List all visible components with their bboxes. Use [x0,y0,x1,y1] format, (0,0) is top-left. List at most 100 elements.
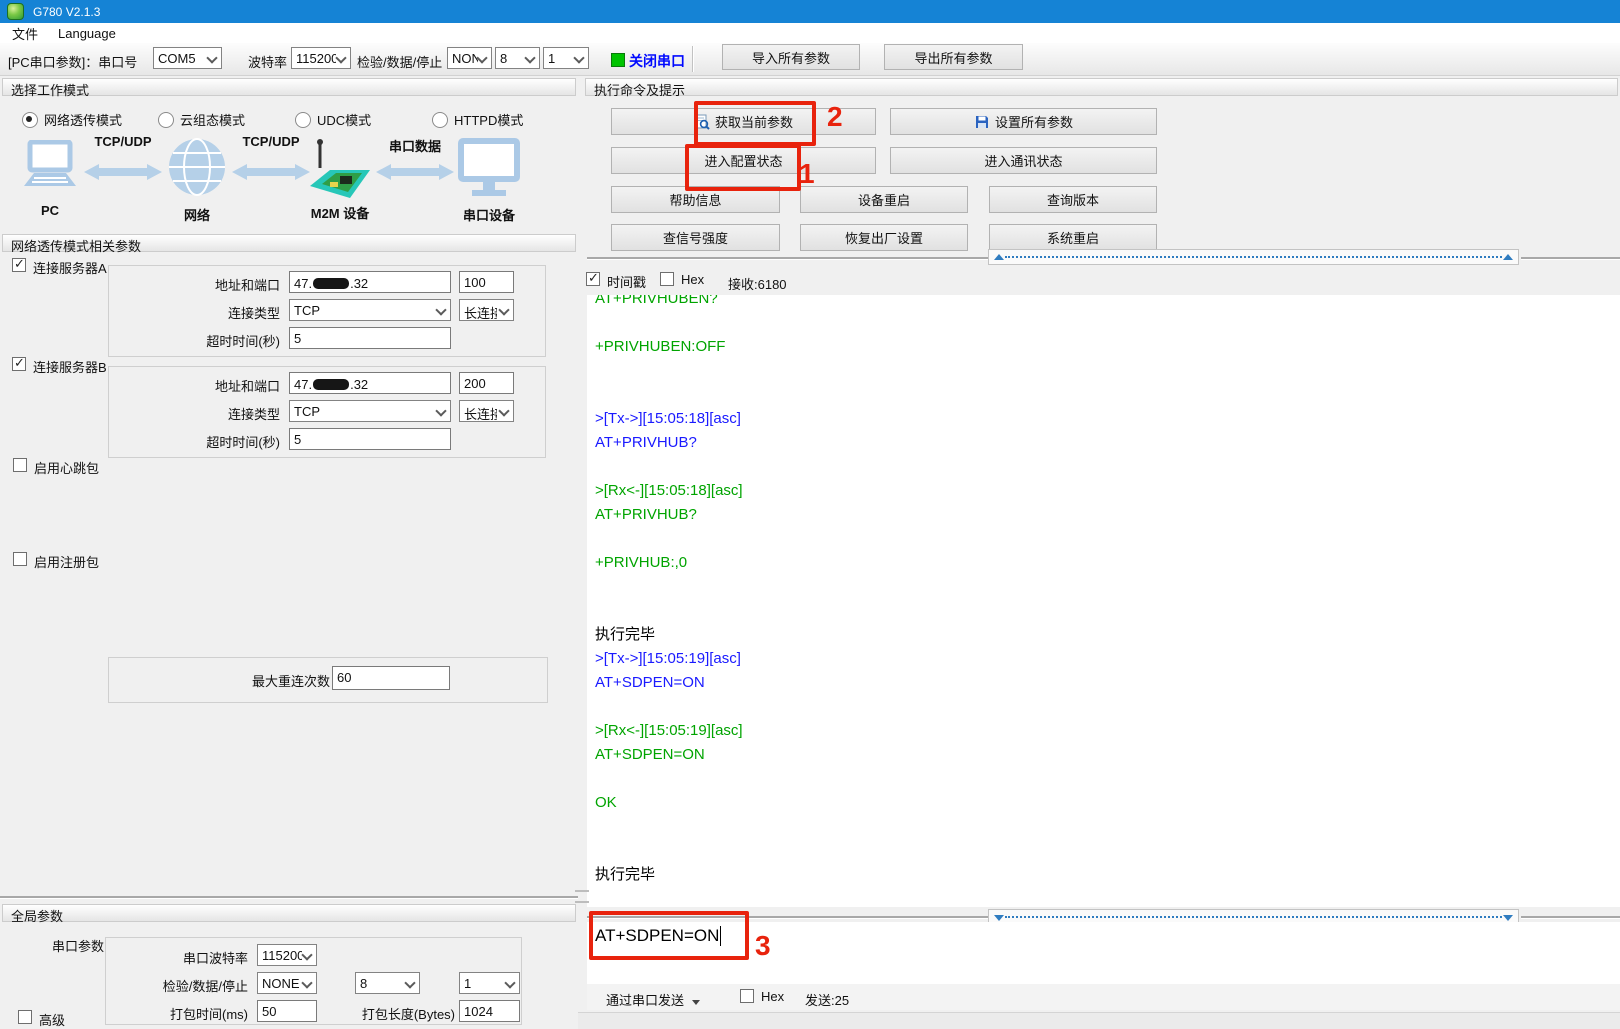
timestamp-checkbox[interactable]: 时间戳 [586,272,646,291]
log-line: +PRIVHUB:,0 [595,551,1620,575]
work-mode-radio[interactable]: 云组态模式 [158,110,245,129]
received-count: 接收:6180 [728,274,787,293]
command-button[interactable]: 设置所有参数 [890,108,1157,135]
link2-label: TCP/UDP [232,134,310,149]
chevron-down-icon [435,405,446,416]
link1-label: TCP/UDP [84,134,162,149]
global-baud-select[interactable]: 115200 [257,944,317,966]
server-a-type-select[interactable]: TCP [289,299,451,321]
server-a-checkbox[interactable]: 连接服务器A [12,258,107,277]
app-window: G780 V2.1.3 文件Language [PC串口参数]：串口号 COM5… [0,0,1620,1029]
server-b-checkbox[interactable]: 连接服务器B [12,357,107,376]
log-line [595,455,1620,479]
send-options-bar: 通过串口发送 Hex 发送:25 [587,984,1620,1010]
serial-device-icon [458,138,520,201]
server-a-timeout-input[interactable]: 5 [289,327,451,349]
arrow-icon [232,163,310,184]
log-line: OK [595,791,1620,815]
command-button[interactable]: 设备重启 [800,186,968,213]
at-command-log[interactable]: AT+PRIVHUBEN?+PRIVHUBEN:OFF>[Tx->][15:05… [587,295,1620,907]
command-button[interactable]: 帮助信息 [611,186,780,213]
checkbox-icon [660,272,674,286]
server-b-port-input[interactable]: 200 [459,372,514,394]
work-mode-radio[interactable]: UDC模式 [295,110,371,129]
toolbar-separator [692,46,693,72]
server-a-port-input[interactable]: 100 [459,271,514,293]
radio-icon [432,112,448,128]
parity-select[interactable]: NONI [447,47,492,69]
app-logo-icon [7,3,24,20]
checkbox-icon [12,357,26,371]
type-label-a: 连接类型 [180,303,280,322]
global-params-header: 全局参数 [2,904,576,922]
trackbar-thumb-icon[interactable] [1503,254,1513,260]
chevron-down-icon [524,52,535,63]
splitter-grip[interactable] [575,890,589,903]
send-hex-checkbox[interactable]: Hex [740,989,784,1004]
global-databits-select[interactable]: 8 [355,972,420,994]
server-a-keepalive-select[interactable]: 长连接 [459,299,514,321]
serial-node-label: 串口设备 [450,205,528,224]
reconnect-input[interactable]: 60 [332,666,450,690]
global-parity-select[interactable]: NONE [257,972,317,994]
menu-item[interactable]: Language [48,23,126,43]
trackbar-thumb-icon[interactable] [994,254,1004,260]
trackbar-thumb-icon[interactable] [1503,915,1513,921]
splitter-groove [1521,916,1620,918]
command-button[interactable]: 恢复出厂设置 [800,224,968,251]
log-hex-checkbox[interactable]: Hex [660,272,704,287]
chevron-down-icon [335,52,346,63]
command-button[interactable]: 查信号强度 [611,224,780,251]
chevron-down-icon [404,977,415,988]
send-command-input[interactable]: AT+SDPEN=ON [595,926,721,946]
link3-label: 串口数据 [374,136,456,155]
advanced-checkbox[interactable]: 高级 [18,1010,65,1029]
log-line: AT+SDPEN=ON [595,671,1620,695]
server-b-address-input[interactable]: 47..32 [289,372,451,394]
import-params-button[interactable]: 导入所有参数 [722,44,860,70]
command-button[interactable]: 进入通讯状态 [890,147,1157,174]
log-line: +PRIVHUBEN:OFF [595,335,1620,359]
close-serial-button[interactable]: 关闭串口 [629,51,685,71]
parity-label: 检验/数据/停止 [357,52,442,71]
com-port-select[interactable]: COM5 [153,47,222,69]
register-checkbox[interactable]: 启用注册包 [13,552,99,571]
log-line [595,383,1620,407]
export-params-button[interactable]: 导出所有参数 [884,44,1023,70]
button-icon [694,114,710,130]
command-button[interactable]: 进入配置状态 [611,147,876,174]
log-line [595,815,1620,839]
log-line: 执行完毕 [595,623,1620,647]
checkbox-icon [12,258,26,272]
heartbeat-checkbox[interactable]: 启用心跳包 [13,458,99,477]
global-stopbits-select[interactable]: 1 [459,972,520,994]
work-mode-radio[interactable]: HTTPD模式 [432,110,523,129]
server-a-address-input[interactable]: 47..32 [289,271,451,293]
work-mode-radio[interactable]: 网络透传模式 [22,110,122,129]
server-b-keepalive-select[interactable]: 长连接 [459,400,514,422]
trackbar-thumb-icon[interactable] [994,915,1004,921]
chevron-down-icon [206,52,217,63]
packtime-input[interactable]: 50 [257,1000,317,1022]
sent-count: 发送:25 [805,990,849,1009]
top-trackbar-slider[interactable] [988,249,1519,265]
send-via-serial-dropdown[interactable]: 通过串口发送 [606,990,700,1009]
type-label-b: 连接类型 [180,404,280,423]
network-node-label: 网络 [168,205,226,224]
chevron-down-icon [573,52,584,63]
databits-select[interactable]: 8 [495,47,540,69]
pc-node-label: PC [14,203,86,218]
command-button[interactable]: 查询版本 [989,186,1157,213]
server-b-type-select[interactable]: TCP [289,400,451,422]
log-line [595,839,1620,863]
command-button[interactable]: 系统重启 [989,224,1157,251]
menu-item[interactable]: 文件 [2,23,48,43]
pc-icon [22,140,80,197]
checkbox-icon [586,272,600,286]
splitter-groove [587,916,988,918]
packlen-input[interactable]: 1024 [459,1000,520,1022]
server-b-timeout-input[interactable]: 5 [289,428,451,450]
log-line [595,695,1620,719]
baud-select[interactable]: 115200 [291,47,351,69]
stopbits-select[interactable]: 1 [543,47,589,69]
